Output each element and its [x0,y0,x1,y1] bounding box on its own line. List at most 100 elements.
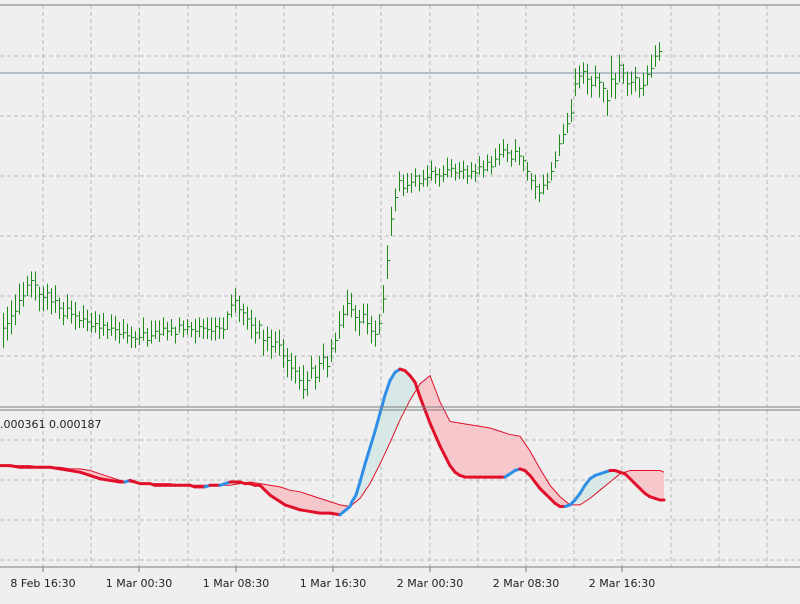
ohlc-bar [316,365,319,390]
ohlc-bar [188,319,191,334]
indicator-cloud-slice [518,436,520,470]
ohlc-bar [128,324,131,344]
ohlc-bar [88,310,91,332]
ohlc-bar [384,285,387,313]
ohlc-bar [288,348,291,377]
ohlc-bar [136,331,139,348]
indicator-cloud-slice [516,436,518,471]
indicator-cloud-slice [290,490,292,507]
indicator-cloud-slice [604,472,606,487]
ohlc-bar [328,356,331,378]
indicator-cloud-slice [308,494,310,511]
indicator-cloud-slice [528,448,530,475]
ohlc-bar [132,327,135,349]
ohlc-bar [356,305,359,331]
ohlc-bar [380,314,383,334]
ohlc-bar [208,317,211,339]
ohlc-bar [560,135,563,157]
indicator-cloud-slice [404,370,406,412]
ohlc-bar [436,167,439,184]
ohlc-bar [364,304,367,324]
indicator-cloud-slice [322,499,324,513]
ohlc-bar [168,322,171,340]
indicator-cloud-slice [658,471,660,500]
ohlc-bar [480,156,483,174]
ohlc-bar [156,321,159,339]
ohlc-bar [8,307,11,341]
ohlc-bar [416,168,419,186]
indicator-cloud-slice [442,406,444,454]
indicator-cloud-slice [388,381,390,447]
indicator-cloud-slice [594,475,596,495]
indicator-cloud-slice [462,423,464,476]
ohlc-bar [604,82,607,102]
ohlc-bar [644,73,647,96]
ohlc-bar [32,271,35,297]
x-tick-label: 1 Mar 08:30 [203,577,269,590]
indicator-cloud-slice [514,435,516,471]
indicator-cloud-slice [498,431,500,477]
ohlc-bar [420,174,423,191]
ohlc-bar [240,296,243,322]
indicator-cloud-slice [654,471,656,499]
ohlc-bar [160,321,163,343]
indicator-cloud-slice [448,418,450,466]
indicator-cloud-slice [524,442,526,471]
ohlc-bar [192,322,195,337]
ohlc-bar [312,356,315,379]
indicator-cloud-slice [446,414,448,462]
ohlc-bar [612,56,615,98]
ohlc-bar [260,321,263,339]
ohlc-bar [360,310,363,336]
indicator-cloud-slice [526,445,528,473]
ohlc-bar [452,159,455,177]
ohlc-bar [212,317,215,340]
ohlc-bar [144,317,147,340]
ohlc-bar [292,353,295,381]
indicator-cloud-slice [394,372,396,434]
x-tick-label: 1 Mar 16:30 [300,577,366,590]
ohlc-bar [12,301,15,335]
indicator-cloud-slice [652,471,654,498]
ohlc-bar [228,311,231,329]
indicator-cloud-slice [320,498,322,513]
indicator-cloud-slice [286,489,288,506]
ohlc-bar [392,207,395,236]
ohlc-bar [460,162,463,179]
ohlc-bar [152,321,155,344]
ohlc-bar [124,319,127,339]
indicator-cloud-slice [656,471,658,500]
ohlc-bar [84,305,87,328]
ohlc-bar [348,290,351,316]
indicator-cloud-slice [298,491,300,509]
indicator-cloud-slice [502,432,504,477]
indicator-cloud-slice [466,424,468,477]
indicator-cloud-slice [520,436,522,469]
ohlc-bar [300,367,303,390]
indicator-cloud-slice [602,473,604,489]
ohlc-bar [492,156,495,174]
ohlc-bar [76,302,79,330]
ohlc-bar [580,65,583,88]
ohlc-bar [140,328,143,345]
indicator-cloud-slice [480,426,482,477]
indicator-cloud-slice [314,496,316,512]
indicator-cloud-slice [500,431,502,477]
indicator-cloud-slice [460,423,462,476]
ohlc-bar [68,294,71,319]
indicator-cloud-slice [600,473,602,490]
indicator-cloud-slice [300,492,302,510]
indicator-cloud-slice [596,474,598,493]
indicator-cloud-slice [522,439,524,470]
ohlc-bar [400,171,403,191]
ohlc-bar [320,356,323,382]
ohlc-bar [536,174,539,199]
ohlc-bar [512,150,515,167]
ohlc-bar [116,316,119,341]
ohlc-bar [4,313,7,348]
indicator-cloud-slice [452,422,454,471]
x-tick-label: 2 Mar 00:30 [397,577,463,590]
ohlc-bar [296,356,299,384]
ohlc-bar [92,313,95,333]
ohlc-bar [372,316,375,344]
